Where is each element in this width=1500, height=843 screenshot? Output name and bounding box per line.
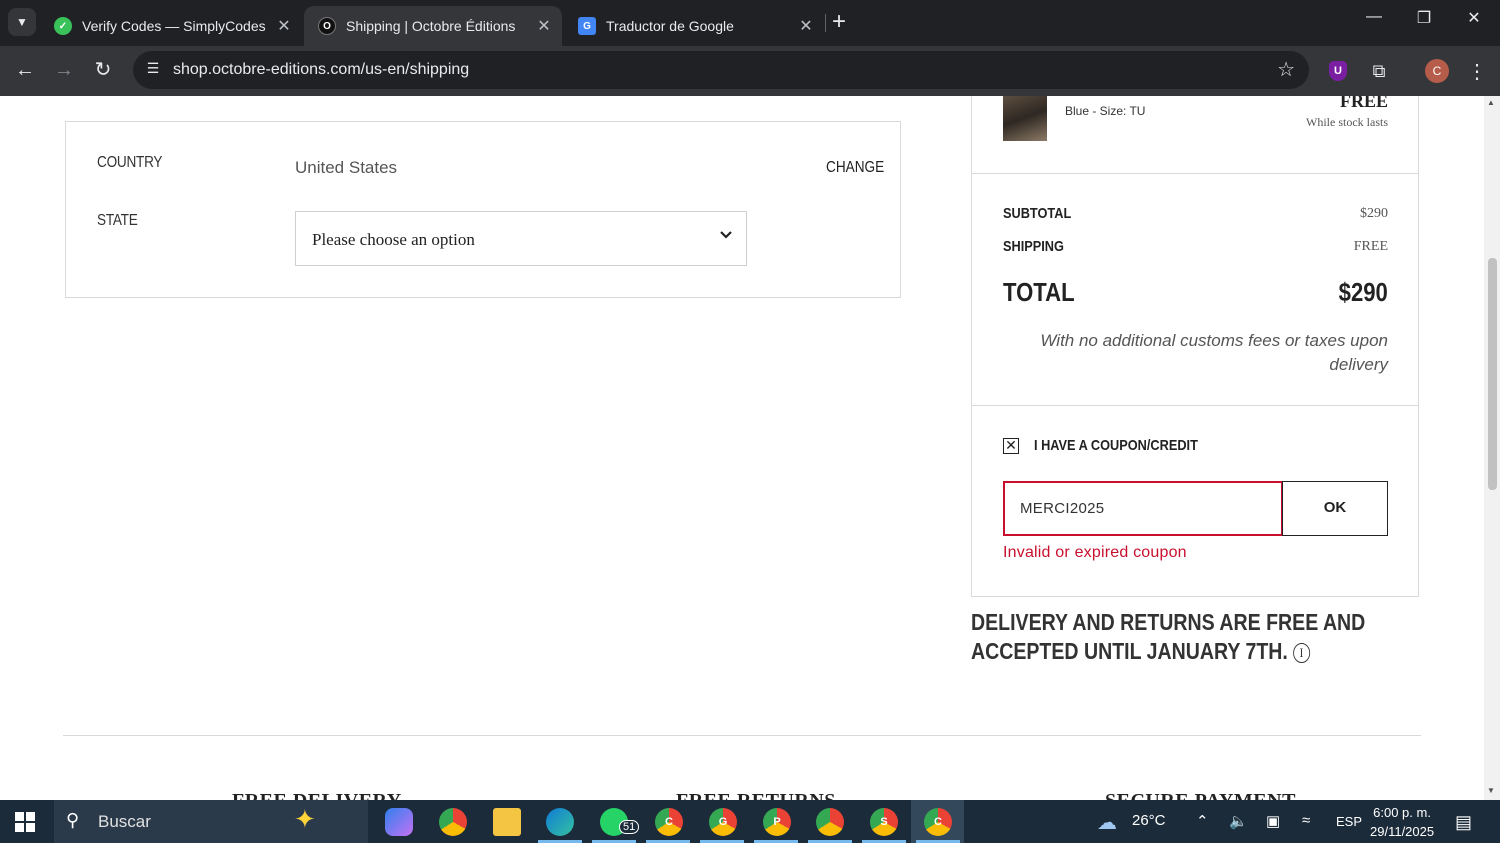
- tab-octobre[interactable]: O Shipping | Octobre Éditions ✕: [304, 6, 562, 46]
- state-label: STATE: [97, 212, 138, 229]
- coupon-code-input[interactable]: MERCI2025: [1003, 481, 1283, 536]
- country-label: COUNTRY: [97, 154, 163, 171]
- minimize-icon[interactable]: —: [1354, 8, 1394, 26]
- avatar: C: [1425, 59, 1449, 83]
- chrome-profile-icon[interactable]: G: [709, 808, 737, 836]
- close-window-icon[interactable]: ✕: [1454, 8, 1494, 28]
- display-icon[interactable]: ▣: [1266, 812, 1280, 830]
- info-icon[interactable]: i: [1292, 642, 1310, 663]
- returns-note: DELIVERY AND RETURNS ARE FREE AND ACCEPT…: [971, 608, 1405, 666]
- file-explorer-icon[interactable]: [493, 808, 521, 836]
- page-scrollbar[interactable]: ▲ ▼: [1484, 96, 1500, 800]
- apply-coupon-button[interactable]: OK: [1282, 481, 1388, 536]
- tab-google-translate[interactable]: G Traductor de Google ✕: [564, 6, 824, 46]
- divider: [972, 173, 1418, 174]
- subtotal-label: SUBTOTAL: [1003, 205, 1072, 222]
- whatsapp-badge: 51: [619, 820, 640, 834]
- language-indicator[interactable]: ESP: [1336, 814, 1362, 829]
- close-tab-icon[interactable]: ✕: [274, 16, 294, 36]
- close-tab-icon[interactable]: ✕: [796, 16, 816, 36]
- extensions-puzzle-icon[interactable]: ⧉: [1366, 58, 1392, 84]
- address-bar[interactable]: ☰ shop.octobre-editions.com/us-en/shippi…: [133, 51, 1309, 89]
- change-country-link[interactable]: CHANGE: [826, 159, 884, 177]
- product-variant: Blue - Size: TU: [1065, 104, 1146, 118]
- shipping-address-section: COUNTRY United States CHANGE STATE Pleas…: [65, 121, 901, 298]
- total-label: TOTAL: [1003, 277, 1075, 307]
- browser-tab-bar: ▼ ✓ Verify Codes — SimplyCodes ✕ O Shipp…: [0, 0, 1500, 46]
- subtotal-value: $290: [1360, 206, 1388, 221]
- taskbar-search[interactable]: ⚲ Buscar ✦: [54, 800, 368, 843]
- chrome-icon[interactable]: [439, 808, 467, 836]
- state-select[interactable]: Please choose an option: [295, 211, 747, 266]
- copilot-icon[interactable]: [385, 808, 413, 836]
- octobre-icon: O: [318, 17, 336, 35]
- tab-title: Shipping | Octobre Éditions: [346, 18, 516, 34]
- browser-toolbar: ← → ↻ ☰ shop.octobre-editions.com/us-en/…: [0, 46, 1500, 96]
- country-value: United States: [295, 158, 398, 177]
- close-tab-icon[interactable]: ✕: [534, 16, 554, 36]
- tab-title: Verify Codes — SimplyCodes: [82, 18, 266, 34]
- forward-icon[interactable]: →: [51, 58, 77, 82]
- chrome-profile-icon[interactable]: C: [655, 808, 683, 836]
- shield-icon: U: [1329, 61, 1347, 81]
- product-price: FREE: [1339, 96, 1388, 111]
- clock-date: 29/11/2025: [1370, 824, 1435, 839]
- back-icon[interactable]: ←: [12, 58, 38, 82]
- shipping-label: SHIPPING: [1003, 238, 1064, 255]
- divider: [972, 405, 1418, 406]
- scroll-thumb[interactable]: [1488, 258, 1497, 490]
- google-translate-icon: G: [578, 17, 596, 35]
- taskbar-clock[interactable]: 6:00 p. m. 29/11/2025: [1370, 803, 1434, 841]
- chrome-profile-icon[interactable]: [816, 808, 844, 836]
- tray-chevron-up-icon[interactable]: ⌃: [1196, 812, 1209, 830]
- tab-divider: [825, 14, 826, 32]
- total-value: $290: [1338, 277, 1388, 307]
- simplycodes-icon: ✓: [54, 17, 72, 35]
- reload-icon[interactable]: ↻: [90, 58, 116, 82]
- wifi-icon[interactable]: ≈: [1302, 812, 1310, 829]
- product-thumbnail: [1003, 96, 1047, 141]
- new-tab-icon[interactable]: +: [832, 10, 846, 34]
- footer-divider: [63, 735, 1421, 736]
- product-stock: While stock lasts: [1306, 115, 1388, 129]
- extension-shield-button[interactable]: U: [1325, 58, 1351, 84]
- search-icon: ⚲: [66, 810, 80, 830]
- tab-title: Traductor de Google: [606, 18, 734, 34]
- chevron-down-icon: [720, 231, 732, 239]
- clock-time: 6:00 p. m.: [1373, 805, 1431, 820]
- bookmark-star-icon[interactable]: ☆: [1277, 57, 1295, 82]
- tab-search-button[interactable]: ▼: [8, 8, 36, 36]
- profile-button[interactable]: C: [1424, 58, 1450, 84]
- footer-secure-payment: SECURE PAYMENT: [1105, 790, 1296, 800]
- scroll-up-icon[interactable]: ▲: [1487, 98, 1495, 107]
- order-summary: Blue - Size: TU FREE While stock lasts S…: [971, 96, 1419, 597]
- coupon-checkbox[interactable]: ✕: [1003, 438, 1019, 454]
- shipping-value: FREE: [1353, 239, 1388, 254]
- customs-note: With no additional customs fees or taxes…: [1040, 331, 1388, 374]
- tab-simplycodes[interactable]: ✓ Verify Codes — SimplyCodes ✕: [40, 6, 302, 46]
- windows-start-icon[interactable]: [15, 812, 35, 832]
- footer-free-returns: FREE RETURNS: [676, 790, 836, 800]
- copilot-sparkle-icon: ✦: [294, 804, 316, 834]
- notification-icon[interactable]: ▤: [1455, 812, 1472, 833]
- chrome-profile-icon[interactable]: C: [924, 808, 952, 836]
- chrome-profile-icon[interactable]: S: [870, 808, 898, 836]
- taskbar-search-text: Buscar: [98, 812, 151, 831]
- page-content: COUNTRY United States CHANGE STATE Pleas…: [0, 96, 1484, 800]
- coupon-error-message: Invalid or expired coupon: [1003, 544, 1187, 561]
- site-info-icon[interactable]: ☰: [143, 60, 163, 80]
- edge-icon[interactable]: [546, 808, 574, 836]
- weather-cloud-icon[interactable]: ☁: [1097, 810, 1117, 835]
- footer-free-delivery: FREE DELIVERY: [232, 790, 402, 800]
- speaker-icon[interactable]: 🔈: [1229, 812, 1248, 830]
- chrome-profile-icon[interactable]: P: [763, 808, 791, 836]
- scroll-down-icon[interactable]: ▼: [1487, 786, 1495, 795]
- url-text[interactable]: shop.octobre-editions.com/us-en/shipping: [173, 61, 469, 79]
- menu-kebab-icon[interactable]: ⋮: [1464, 58, 1490, 84]
- state-select-value: Please choose an option: [312, 230, 475, 249]
- weather-temperature[interactable]: 26°C: [1132, 812, 1166, 829]
- coupon-toggle-label[interactable]: I HAVE A COUPON/CREDIT: [1034, 437, 1198, 454]
- restore-icon[interactable]: ❐: [1404, 8, 1444, 28]
